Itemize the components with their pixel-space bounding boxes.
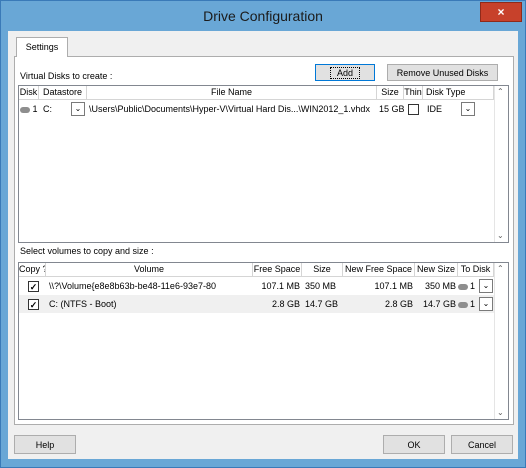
ok-button[interactable]: OK bbox=[383, 435, 445, 454]
table-row[interactable]: ✓ \\?\Volume{e8e8b63b-be48-11e6-93e7-80 … bbox=[19, 277, 494, 295]
new-free-space-value: 2.8 GB bbox=[384, 299, 413, 309]
close-icon: × bbox=[497, 5, 505, 19]
disk-type-dropdown[interactable]: ⌄ bbox=[461, 102, 475, 116]
chevron-down-icon: ⌄ bbox=[464, 104, 472, 113]
to-disk-value: 1 bbox=[458, 277, 479, 295]
chevron-down-icon: ⌄ bbox=[482, 281, 490, 290]
disk-icon bbox=[458, 301, 468, 308]
title-bar[interactable]: Drive Configuration × bbox=[1, 1, 525, 31]
new-free-space-value: 107.1 MB bbox=[374, 281, 413, 291]
free-space-value: 107.1 MB bbox=[261, 281, 300, 291]
col-disk-type[interactable]: Disk Type bbox=[423, 86, 494, 99]
volumes-scrollbar[interactable]: ⌃ ⌄ bbox=[494, 263, 508, 419]
col-datastore[interactable]: Datastore bbox=[39, 86, 87, 99]
close-button[interactable]: × bbox=[480, 2, 522, 22]
size-value[interactable]: 350 MB bbox=[305, 277, 341, 295]
copy-checkbox[interactable]: ✓ bbox=[28, 281, 39, 292]
table-row[interactable]: 1 C: ⌄ \Users\Public\Documents\Hyper-V\V… bbox=[19, 100, 494, 118]
volumes-table: Copy ? Volume Free Space Size New Free S… bbox=[18, 262, 509, 420]
to-disk-dropdown[interactable]: ⌄ bbox=[479, 297, 493, 311]
window-title: Drive Configuration bbox=[203, 8, 323, 24]
virtual-disks-scrollbar[interactable]: ⌃ ⌄ bbox=[494, 86, 508, 242]
chevron-down-icon: ⌄ bbox=[74, 104, 82, 113]
disk-cell: 1 bbox=[19, 100, 39, 118]
col-thin[interactable]: Thin bbox=[404, 86, 423, 99]
add-disk-button[interactable]: Add bbox=[315, 64, 375, 81]
scroll-down-icon[interactable]: ⌄ bbox=[497, 408, 504, 417]
col-file-name[interactable]: File Name bbox=[87, 86, 377, 99]
virtual-disks-table: Disk Datastore File Name Size Thin Disk … bbox=[18, 85, 509, 243]
remove-unused-disks-button[interactable]: Remove Unused Disks bbox=[387, 64, 498, 81]
virtual-disks-label: Virtual Disks to create : bbox=[20, 71, 113, 81]
col-free-space[interactable]: Free Space bbox=[253, 263, 302, 276]
col-copy[interactable]: Copy ? bbox=[19, 263, 46, 276]
col-disk[interactable]: Disk bbox=[19, 86, 39, 99]
col-to-disk[interactable]: To Disk bbox=[458, 263, 494, 276]
chevron-down-icon: ⌄ bbox=[482, 299, 490, 308]
drive-configuration-window: Drive Configuration × Settings Virtual D… bbox=[0, 0, 526, 468]
disk-icon bbox=[20, 106, 31, 113]
scroll-up-icon[interactable]: ⌃ bbox=[497, 264, 504, 273]
volumes-label: Select volumes to copy and size : bbox=[20, 246, 154, 256]
col-volume[interactable]: Volume bbox=[46, 263, 253, 276]
copy-checkbox[interactable]: ✓ bbox=[28, 299, 39, 310]
col-new-size[interactable]: New Size bbox=[415, 263, 458, 276]
dialog-client-area: Settings Virtual Disks to create : Add R… bbox=[8, 31, 518, 459]
volume-value: C: (NTFS - Boot) bbox=[49, 299, 117, 309]
settings-panel: Virtual Disks to create : Add Remove Unu… bbox=[14, 56, 514, 425]
datastore-dropdown[interactable]: ⌄ bbox=[71, 102, 85, 116]
to-disk-dropdown[interactable]: ⌄ bbox=[479, 279, 493, 293]
size-value[interactable]: 15 GB bbox=[379, 100, 404, 118]
volumes-header: Copy ? Volume Free Space Size New Free S… bbox=[19, 263, 508, 277]
volume-value: \\?\Volume{e8e8b63b-be48-11e6-93e7-80 bbox=[49, 281, 216, 291]
new-size-value[interactable]: 350 MB bbox=[415, 277, 456, 295]
col-size[interactable]: Size bbox=[377, 86, 404, 99]
tab-settings[interactable]: Settings bbox=[16, 37, 68, 57]
disk-type-value: IDE bbox=[427, 104, 443, 114]
help-button[interactable]: Help bbox=[14, 435, 76, 454]
free-space-value: 2.8 GB bbox=[271, 299, 300, 309]
cancel-button[interactable]: Cancel bbox=[451, 435, 513, 454]
thin-checkbox[interactable] bbox=[408, 104, 419, 115]
datastore-value: C: bbox=[43, 104, 52, 114]
col-size[interactable]: Size bbox=[302, 263, 343, 276]
table-row[interactable]: ✓ C: (NTFS - Boot) 2.8 GB 14.7 GB 2.8 GB… bbox=[19, 295, 494, 313]
new-size-value[interactable]: 14.7 GB bbox=[415, 295, 456, 313]
virtual-disks-header: Disk Datastore File Name Size Thin Disk … bbox=[19, 86, 508, 100]
size-value[interactable]: 14.7 GB bbox=[305, 295, 341, 313]
scroll-up-icon[interactable]: ⌃ bbox=[497, 87, 504, 96]
col-new-free-space[interactable]: New Free Space bbox=[343, 263, 415, 276]
disk-icon bbox=[458, 283, 468, 290]
to-disk-value: 1 bbox=[458, 295, 479, 313]
file-name-value[interactable]: \Users\Public\Documents\Hyper-V\Virtual … bbox=[89, 100, 375, 118]
scroll-down-icon[interactable]: ⌄ bbox=[497, 231, 504, 240]
